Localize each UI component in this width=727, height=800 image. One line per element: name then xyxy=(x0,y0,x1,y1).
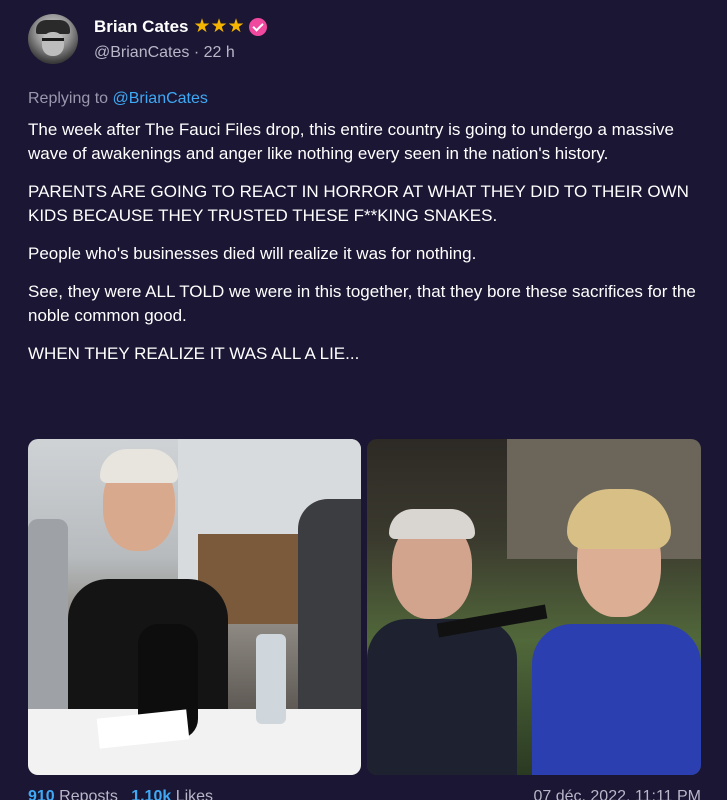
photo-man-hair xyxy=(389,509,475,539)
avatar-glasses xyxy=(42,38,64,46)
media-photo-left[interactable] xyxy=(28,439,361,775)
replying-mention-link[interactable]: @BrianCates xyxy=(113,90,208,107)
tweet-footer: 910 Reposts 1,10k Likes 07 déc. 2022, 11… xyxy=(28,788,701,800)
likes-label: Likes xyxy=(175,788,214,800)
author-name[interactable]: Brian Cates xyxy=(94,16,188,38)
tweet-body: The week after The Fauci Files drop, thi… xyxy=(28,118,708,380)
replying-prefix: Replying to xyxy=(28,90,109,107)
photo-woman-hair xyxy=(567,489,671,549)
photo-man-body xyxy=(367,619,517,775)
tweet-paragraph: People who's businesses died will realiz… xyxy=(28,244,477,263)
tweet-card: Brian Cates ★★★ @BrianCates · 22 h Reply… xyxy=(0,0,727,800)
reposts-label: Reposts xyxy=(59,788,118,800)
engagement-stats: 910 Reposts 1,10k Likes xyxy=(28,788,213,800)
tweet-paragraph: See, they were ALL TOLD we were in this … xyxy=(28,282,696,325)
tweet-header: Brian Cates ★★★ @BrianCates · 22 h xyxy=(28,14,267,64)
photo-person-left xyxy=(28,519,68,729)
author-block: Brian Cates ★★★ @BrianCates · 22 h xyxy=(94,16,267,62)
replying-to: Replying to @BrianCates xyxy=(28,90,208,108)
handle-row: @BrianCates · 22 h xyxy=(94,44,267,62)
tweet-paragraph: PARENTS ARE GOING TO REACT IN HORROR AT … xyxy=(28,182,689,225)
author-handle[interactable]: @BrianCates xyxy=(94,44,189,61)
reposts-count[interactable]: 910 xyxy=(28,788,55,800)
avatar[interactable] xyxy=(28,14,78,64)
separator-dot: · xyxy=(193,44,204,61)
time-ago: 22 h xyxy=(203,44,235,61)
tweet-date: 07 déc. 2022, 11:11 PM xyxy=(533,788,701,800)
tweet-paragraph: The week after The Fauci Files drop, thi… xyxy=(28,120,675,163)
photo-bottle xyxy=(256,634,286,724)
photo-person-center-hair xyxy=(100,449,178,483)
photo-person-right xyxy=(298,499,361,739)
likes-count[interactable]: 1,10k xyxy=(131,788,171,800)
verified-badge-icon xyxy=(248,18,267,36)
media-photo-right[interactable] xyxy=(367,439,701,775)
photo-woman-body xyxy=(532,624,701,775)
tweet-paragraph: WHEN THEY REALIZE IT WAS ALL A LIE... xyxy=(28,344,360,363)
tweet-media xyxy=(28,439,701,775)
author-name-row: Brian Cates ★★★ xyxy=(94,16,267,38)
rank-stars-icon: ★★★ xyxy=(193,16,245,37)
